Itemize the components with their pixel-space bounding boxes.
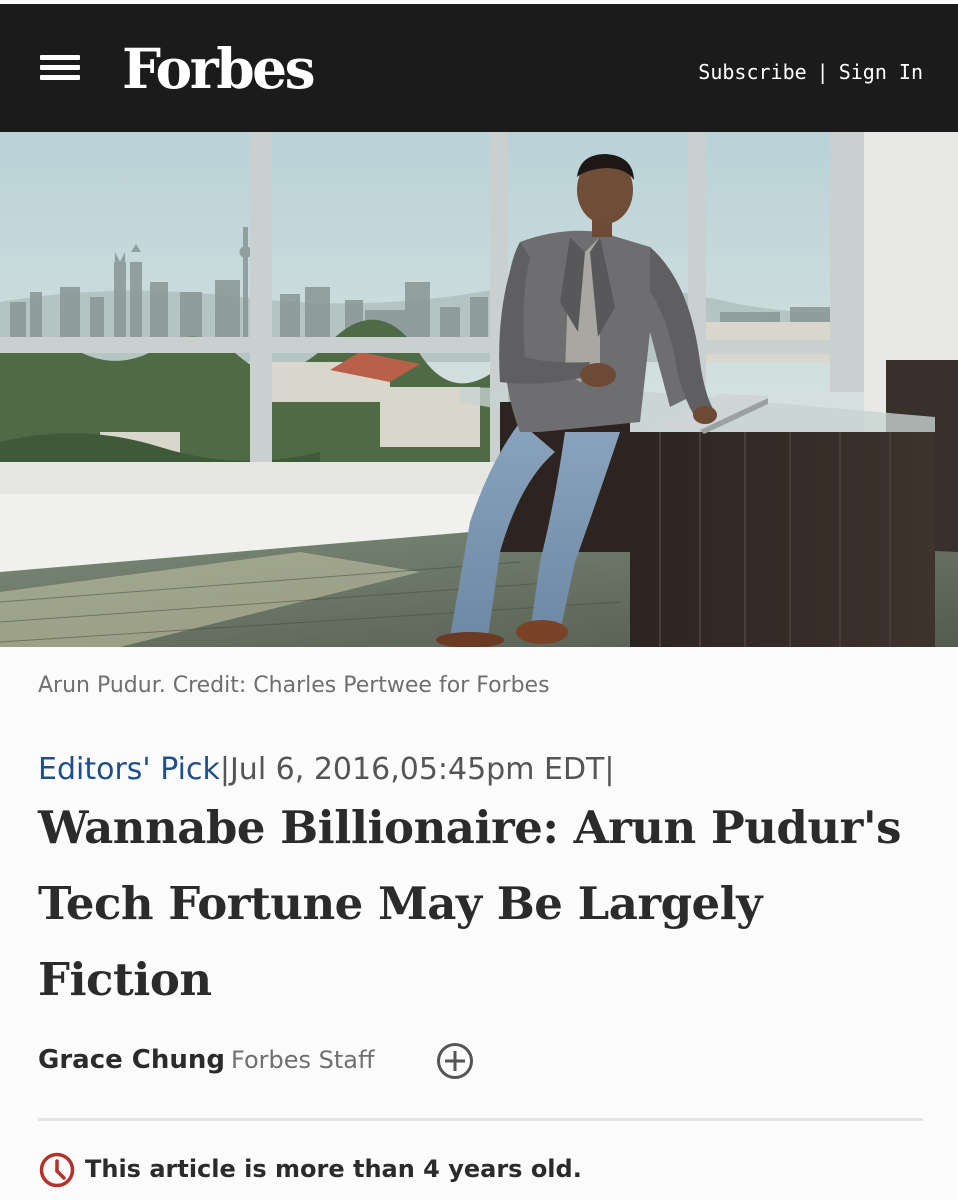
sign-in-link[interactable]: Sign In (839, 60, 923, 84)
article-meta: Editors' Pick|Jul 6, 2016,05:45pm EDT| (38, 750, 614, 790)
meta-separator: | (219, 752, 230, 787)
byline: Grace Chung Forbes Staff (38, 1040, 375, 1083)
notice-text: This article is more than 4 years old. (85, 1155, 582, 1183)
author-role: Forbes Staff (231, 1046, 375, 1074)
article-headline: Wannabe Billionaire: Arun Pudur's Tech F… (38, 801, 901, 1006)
publish-datetime: Jul 6, 2016,05:45pm EDT (229, 752, 605, 787)
subscribe-link[interactable]: Subscribe (698, 60, 806, 84)
account-links: Subscribe | Sign In (698, 58, 923, 86)
plus-circle-icon[interactable] (435, 1041, 475, 1081)
menu-icon[interactable] (40, 55, 80, 80)
image-caption: Arun Pudur. Credit: Charles Pertwee for … (38, 673, 550, 698)
author-name[interactable]: Grace Chung (38, 1045, 225, 1075)
page: Forbes Subscribe | Sign In Arun Pudur. C… (0, 0, 958, 1200)
hero-image (0, 132, 958, 647)
divider (38, 1118, 923, 1121)
forbes-logo[interactable]: Forbes (122, 34, 316, 104)
site-header: Forbes Subscribe | Sign In (0, 4, 958, 132)
separator: | (816, 60, 829, 84)
clock-icon (39, 1152, 75, 1188)
category-link[interactable]: Editors' Pick (38, 752, 220, 787)
meta-separator: | (604, 752, 615, 787)
